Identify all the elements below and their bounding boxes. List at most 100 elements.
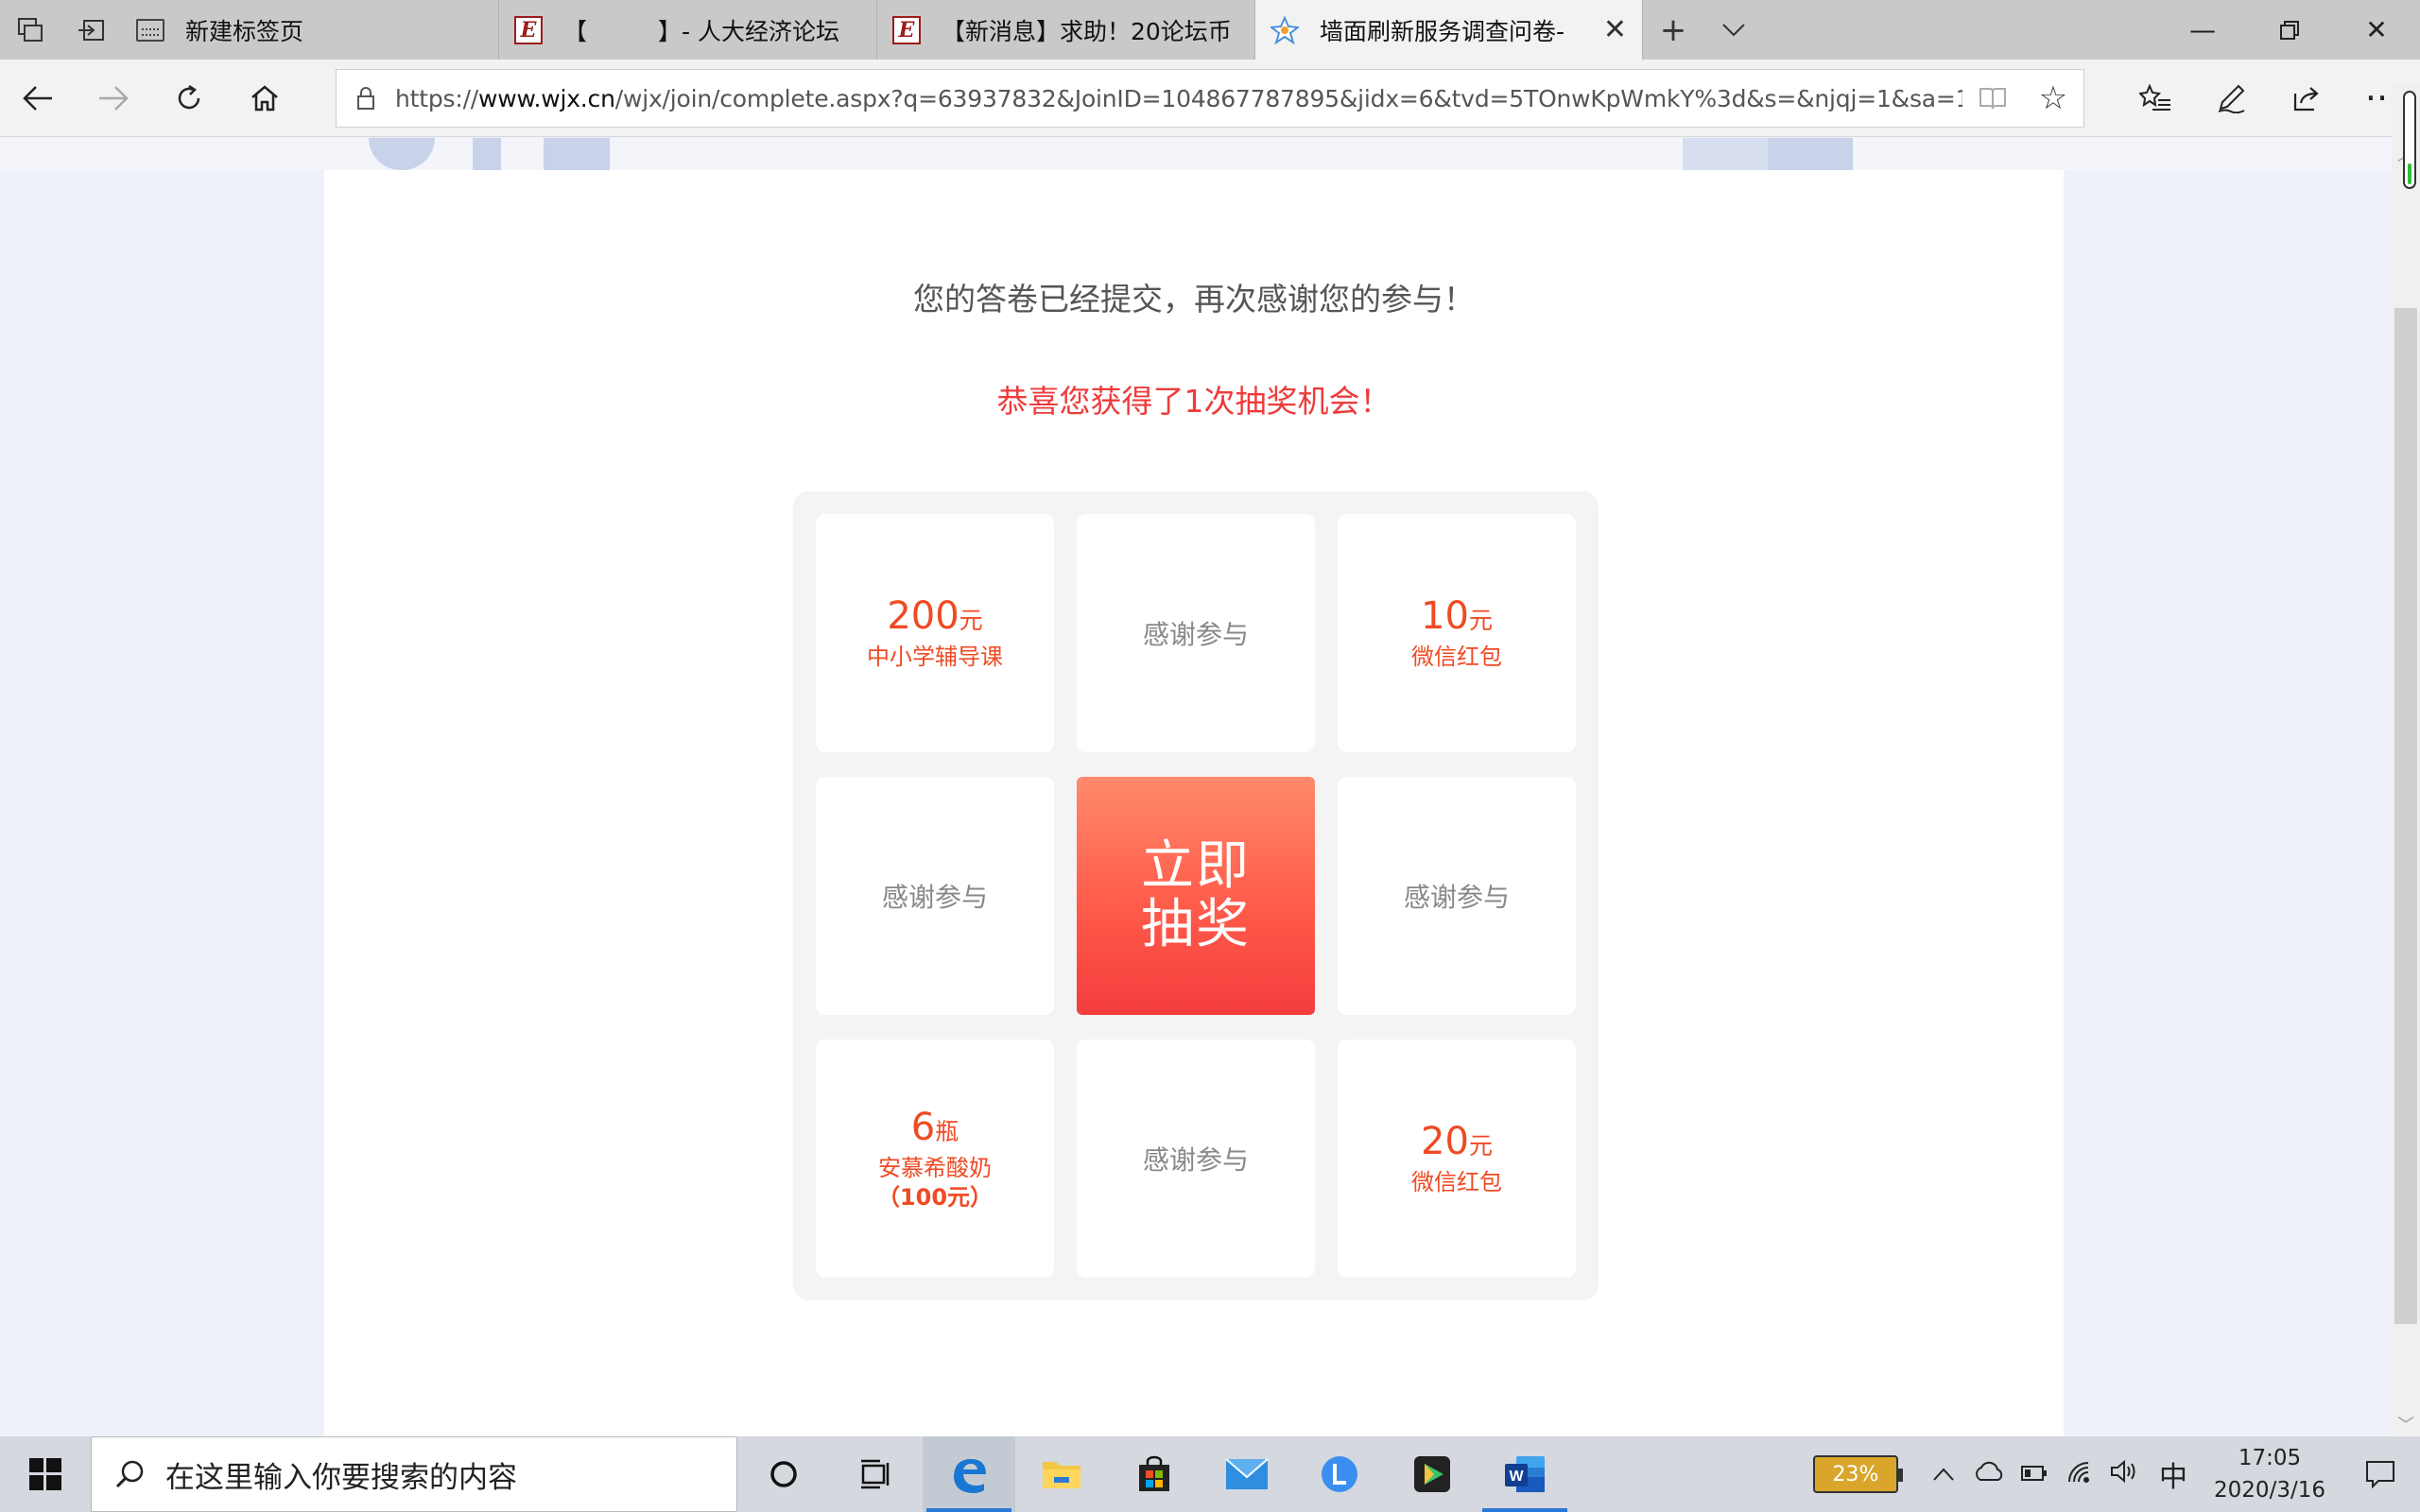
prize-description: 安慕希酸奶 [878, 1154, 992, 1181]
pen-icon [2218, 84, 2245, 113]
draw-now-label: 立即抽奖 [1141, 835, 1251, 955]
mail-icon [1225, 1458, 1269, 1489]
prize-amount: 10元 [1421, 593, 1493, 638]
back-arrow-icon [23, 85, 52, 111]
system-clock[interactable]: 17:05 2020/3/16 [2199, 1442, 2341, 1506]
address-bar[interactable]: https://www.wjx.cn/wjx/join/complete.asp… [336, 69, 2084, 128]
video-taskbar-app[interactable] [1386, 1436, 1478, 1512]
favorites-hub-button[interactable] [2118, 60, 2193, 137]
tab-preview-icon [18, 17, 43, 42]
plus-icon: + [1659, 10, 1687, 49]
reading-view-icon[interactable] [1962, 86, 2023, 111]
close-tab-icon[interactable]: ✕ [1603, 13, 1627, 46]
search-icon [115, 1460, 144, 1488]
submit-thanks-text: 您的答卷已经提交，再次感谢您的参与！ [913, 281, 1475, 318]
lock-icon[interactable] [337, 86, 395, 111]
tab-new-tab[interactable]: 新建标签页 [121, 0, 499, 60]
tab-new-message[interactable]: E 【新消息】求助！20论坛币 [877, 0, 1255, 60]
cortana-button[interactable] [737, 1436, 830, 1512]
clock-taskbar-app[interactable] [1293, 1436, 1386, 1512]
chevron-down-icon [1722, 23, 1745, 36]
tab-preview-button[interactable] [0, 0, 60, 60]
wifi-icon[interactable] [2057, 1459, 2102, 1490]
lottery-chance-text: 恭喜您获得了1次抽奖机会！ [996, 383, 1392, 420]
prize-value-note: （100元） [876, 1183, 994, 1211]
svg-text:W: W [1509, 1469, 1524, 1485]
scroll-down-arrow-icon[interactable]: ﹀ [2392, 1412, 2420, 1436]
forward-arrow-icon [99, 85, 129, 111]
prize-cell-yogurt: 6瓶 安慕希酸奶 （100元） [816, 1040, 1054, 1278]
task-view-button[interactable] [830, 1436, 923, 1512]
prize-cell-thanks: 感谢参与 [1338, 777, 1576, 1015]
volume-icon[interactable] [2102, 1459, 2148, 1490]
prize-cell-redpacket-20: 20元 微信红包 [1338, 1040, 1576, 1278]
tab-title: 【 】- 人大经济论坛 [563, 17, 839, 45]
header-decoration [0, 138, 2392, 170]
start-button[interactable] [0, 1436, 91, 1512]
refresh-button[interactable] [151, 60, 227, 137]
scroll-indicator-icon [2403, 91, 2416, 189]
show-hidden-icons-chevron-icon[interactable] [1921, 1460, 1966, 1488]
home-button[interactable] [227, 60, 302, 137]
tab-title: 新建标签页 [185, 17, 304, 45]
system-tray: 23% 中 17:05 2020/3/16 [1813, 1436, 2420, 1512]
restore-icon [2280, 20, 2299, 40]
mail-taskbar-app[interactable] [1201, 1436, 1293, 1512]
thanks-label: 感谢参与 [1403, 882, 1510, 913]
e-logo-icon: E [892, 15, 921, 44]
new-tab-button[interactable]: + [1643, 0, 1703, 60]
back-button[interactable] [0, 60, 76, 137]
url-text[interactable]: https://www.wjx.cn/wjx/join/complete.asp… [395, 85, 1962, 112]
onedrive-cloud-icon[interactable] [1966, 1460, 2012, 1488]
battery-percent: 23% [1832, 1462, 1879, 1486]
prize-cell-thanks: 感谢参与 [1077, 1040, 1315, 1278]
address-bar-row: https://www.wjx.cn/wjx/join/complete.asp… [0, 60, 2420, 137]
word-icon: W [1505, 1456, 1545, 1492]
page-viewport: 您的答卷已经提交，再次感谢您的参与！ 恭喜您获得了1次抽奖机会！ 200元 中小… [0, 138, 2392, 1436]
word-taskbar-app[interactable]: W [1478, 1436, 1571, 1512]
tab-list-button[interactable] [1703, 0, 1764, 60]
page-icon [136, 16, 164, 44]
tab-title: 【新消息】求助！20论坛币 [942, 17, 1232, 45]
task-view-icon [861, 1459, 890, 1489]
input-method-indicator[interactable]: 中 [2148, 1453, 2199, 1495]
tab-strip: 新建标签页 E 【 】- 人大经济论坛 E 【新消息】求助！20论坛币 墙面刷新… [0, 0, 2420, 60]
file-explorer-taskbar-app[interactable] [1015, 1436, 1108, 1512]
restore-button[interactable] [2246, 0, 2333, 60]
edge-taskbar-app[interactable] [923, 1436, 1015, 1512]
cortana-circle-icon [770, 1461, 797, 1487]
refresh-icon [178, 84, 200, 109]
set-aside-tabs-button[interactable] [60, 0, 121, 60]
store-taskbar-app[interactable] [1108, 1436, 1201, 1512]
prize-description: 中小学辅导课 [867, 643, 1003, 670]
battery-indicator[interactable]: 23% [1813, 1455, 1903, 1493]
url-path: /wjx/join/complete.aspx?q=63937832&JoinI… [614, 84, 1962, 112]
forward-button[interactable] [76, 60, 151, 137]
prize-cell-redpacket-10: 10元 微信红包 [1338, 514, 1576, 752]
action-center-button[interactable] [2341, 1460, 2420, 1488]
prize-amount: 20元 [1421, 1119, 1493, 1163]
e-logo-icon: E [514, 15, 543, 44]
prize-cell-tutoring: 200元 中小学辅导课 [816, 514, 1054, 752]
prize-cell-thanks: 感谢参与 [1077, 514, 1315, 752]
video-player-icon [1414, 1456, 1450, 1492]
prize-amount: 200元 [887, 593, 983, 638]
tab-pinggu-forum[interactable]: E 【 】- 人大经济论坛 [499, 0, 877, 60]
favorite-star-icon[interactable]: ☆ [2023, 79, 2083, 117]
minimize-icon: — [2189, 14, 2216, 45]
notes-button[interactable] [2193, 60, 2269, 137]
blue-l-app-icon [1322, 1456, 1357, 1492]
draw-now-button[interactable]: 立即抽奖 [1077, 777, 1315, 1015]
notification-icon [2366, 1461, 2394, 1488]
taskbar: 在这里输入你要搜索的内容 W 23% 中 17:05 2020/3/16 [0, 1436, 2420, 1512]
tab-survey-active[interactable]: 墙面刷新服务调查问卷- ✕ [1255, 0, 1643, 60]
page-scrollbar[interactable]: ︿ ﹀ [2392, 85, 2420, 1436]
taskbar-search-box[interactable]: 在这里输入你要搜索的内容 [91, 1436, 737, 1512]
minimize-button[interactable]: — [2159, 0, 2246, 60]
prize-amount: 6瓶 [910, 1105, 959, 1149]
scrollbar-thumb[interactable] [2394, 308, 2417, 1324]
battery-tray-icon[interactable] [2012, 1460, 2057, 1488]
close-window-button[interactable]: ✕ [2333, 0, 2420, 60]
share-button[interactable] [2269, 60, 2344, 137]
store-bag-icon [1139, 1455, 1169, 1491]
